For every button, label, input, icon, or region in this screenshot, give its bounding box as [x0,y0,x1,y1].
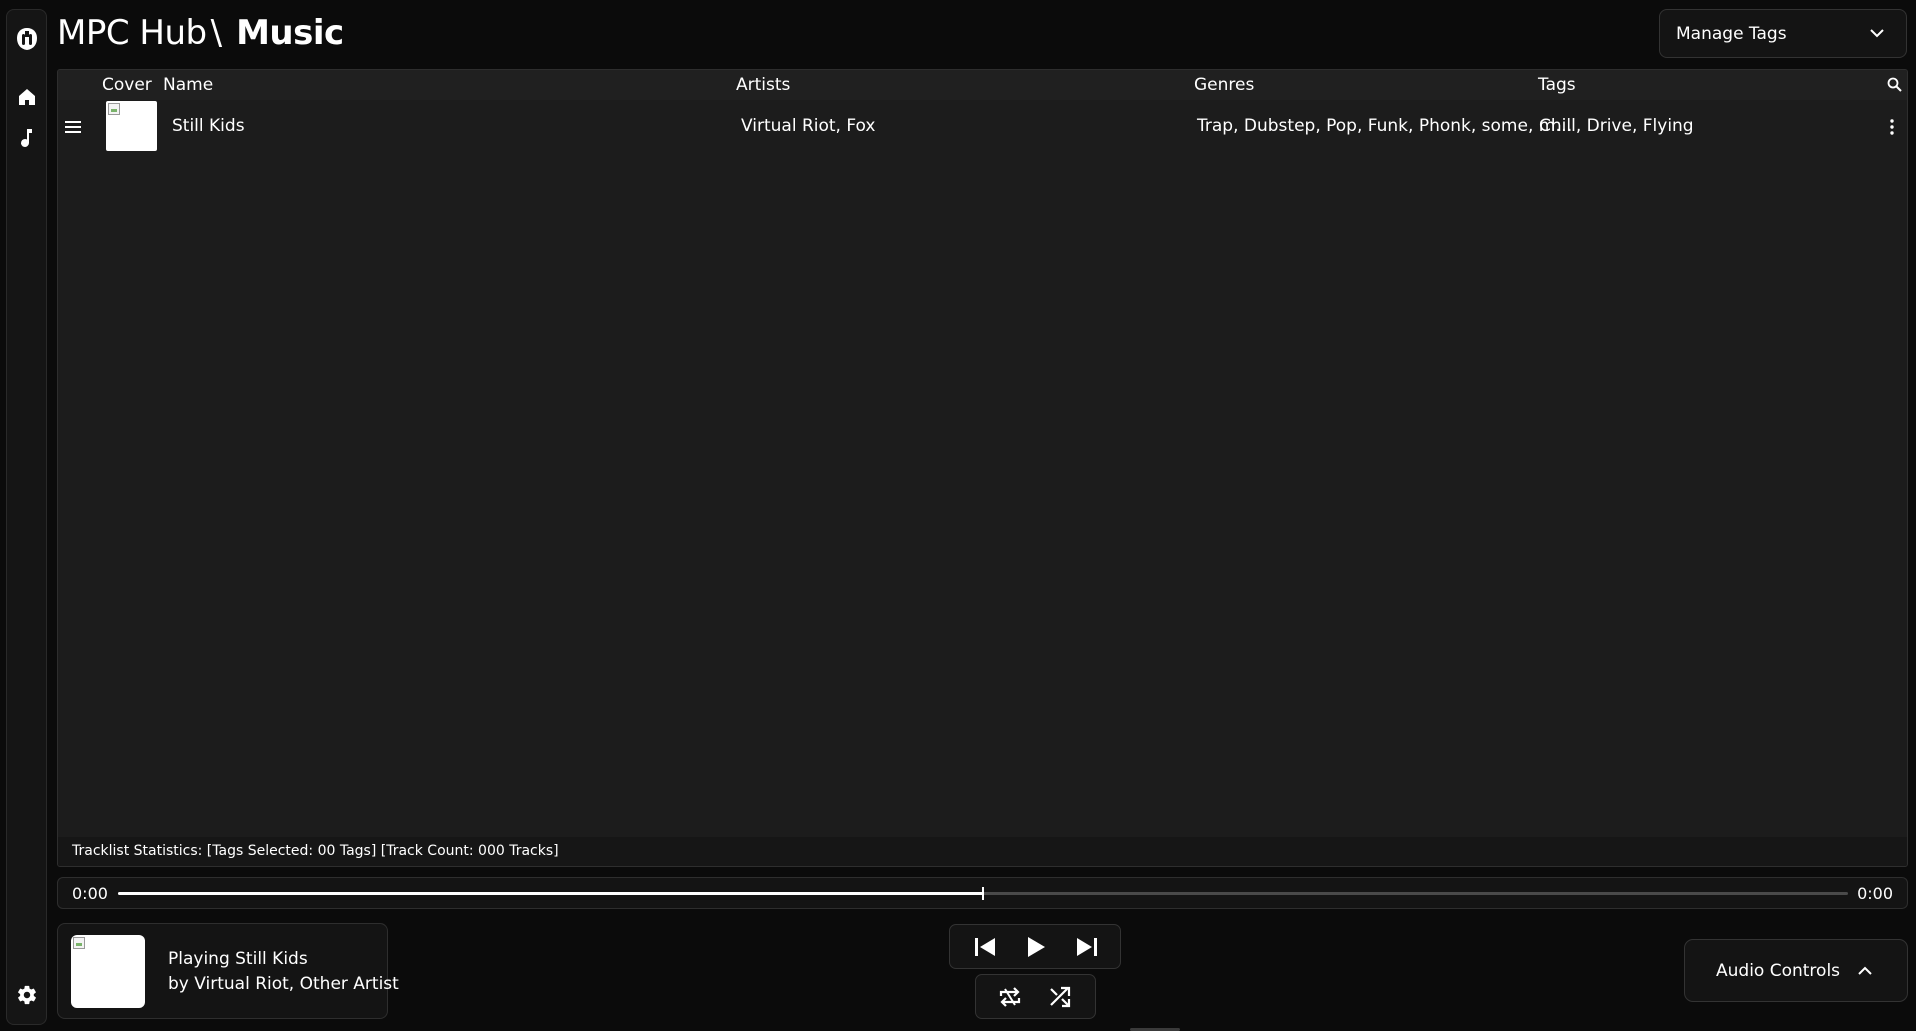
now-playing-cover [71,935,145,1008]
broken-image-icon [73,937,85,949]
column-header-artists[interactable]: Artists [736,75,790,95]
next-track-button[interactable] [1076,937,1098,957]
now-playing-card[interactable]: Playing Still Kids by Virtual Riot, Othe… [57,923,399,1019]
more-options-icon[interactable] [1890,119,1894,135]
chevron-up-icon [1858,966,1872,975]
audio-controls-label: Audio Controls [1716,960,1841,981]
column-header-cover[interactable]: Cover [102,75,152,95]
repeat-icon[interactable] [998,986,1022,1008]
page-title: MPC Hub \ Music [57,10,344,56]
breadcrumb-separator: \ [210,13,223,53]
settings-gear-icon[interactable] [7,980,46,1010]
logo-icon[interactable] [7,24,46,54]
seek-bar[interactable] [118,887,1848,900]
now-playing-artists: by Virtual Riot, Other Artist [168,974,399,994]
tracklist-statistics: Tracklist Statistics: [Tags Selected: 00… [58,837,1907,866]
track-cover-image [106,101,157,151]
seek-bar-fill [118,892,983,895]
manage-tags-dropdown[interactable]: Manage Tags [1659,9,1907,58]
play-button[interactable] [1026,936,1046,958]
seek-thumb[interactable] [982,887,984,900]
home-icon[interactable] [7,83,46,111]
column-header-tags[interactable]: Tags [1538,75,1576,95]
broken-image-icon [108,103,120,115]
total-time: 0:00 [1857,884,1893,903]
current-time: 0:00 [72,884,108,903]
playback-mode-controls [975,974,1096,1019]
drag-handle-icon[interactable] [65,121,81,133]
sidebar [6,9,47,1025]
search-icon[interactable] [1887,77,1902,92]
chevron-down-icon [1870,29,1884,38]
track-artists: Virtual Riot, Fox [741,116,876,136]
now-playing-info: Playing Still Kids by Virtual Riot, Othe… [168,947,399,997]
music-note-icon[interactable] [7,124,46,152]
transport-controls [949,924,1121,969]
manage-tags-label: Manage Tags [1676,23,1787,44]
previous-track-button[interactable] [974,937,996,957]
now-playing-title: Playing Still Kids [168,949,308,969]
playback-progress: 0:00 0:00 [57,877,1908,909]
column-header-name[interactable]: Name [163,75,213,95]
app-name: MPC Hub [57,13,207,53]
track-tags: Chill, Drive, Flying [1539,116,1694,136]
table-row[interactable]: Still Kids Virtual Riot, Fox Trap, Dubst… [58,100,1907,154]
section-title: Music [236,13,344,53]
shuffle-icon[interactable] [1049,986,1071,1008]
audio-controls-button[interactable]: Audio Controls [1684,939,1908,1002]
table-header: Cover Name Artists Genres Tags [58,70,1907,100]
column-header-genres[interactable]: Genres [1194,75,1254,95]
track-name: Still Kids [172,116,245,136]
track-genres: Trap, Dubstep, Pop, Funk, Phonk, some, m… [1197,116,1573,136]
tracklist-panel: Cover Name Artists Genres Tags Still Kid… [57,69,1908,867]
